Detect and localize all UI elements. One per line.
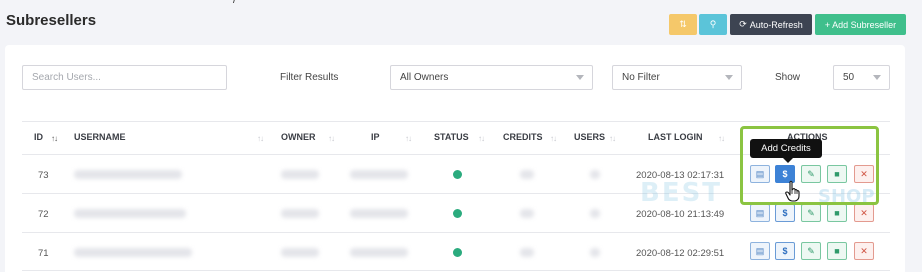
users-blurred (590, 170, 600, 179)
dollar-icon: $ (782, 208, 788, 218)
ip-blurred (350, 170, 408, 179)
row-id: 72 (38, 209, 49, 220)
page-size-select[interactable]: 50 (833, 65, 890, 90)
table-top-divider (22, 121, 890, 122)
row-id: 71 (38, 248, 49, 259)
row-divider (22, 232, 890, 233)
document-icon: ▤ (755, 207, 765, 218)
owner-blurred (281, 248, 319, 257)
show-label: Show (775, 72, 801, 83)
status-dot (453, 209, 462, 218)
refresh-icon: ⟳ (739, 19, 747, 29)
sort-icon[interactable]: ↑↓ (328, 134, 335, 143)
users-blurred (590, 209, 600, 218)
ip-blurred (350, 248, 408, 257)
add-credits-tooltip: Add Credits (750, 139, 822, 163)
sort-icon[interactable]: ↑↓ (257, 134, 264, 143)
add-credits-button[interactable]: $ (775, 204, 795, 222)
users-blurred (590, 248, 600, 257)
filter-results-label: Filter Results (280, 72, 339, 83)
pencil-icon: ✎ (807, 245, 815, 256)
view-button[interactable]: ▤ (750, 242, 770, 260)
pencil-icon: ✎ (807, 207, 815, 218)
ip-blurred (350, 209, 408, 218)
auto-refresh-label: Auto-Refresh (749, 19, 803, 30)
page-title: Subresellers (6, 12, 97, 29)
owner-select[interactable]: All Owners (390, 65, 593, 90)
lock-button[interactable]: ■ (827, 242, 847, 260)
add-subreseller-button[interactable]: + Add Subreseller (815, 14, 906, 35)
lock-icon: ■ (834, 246, 840, 256)
sort-icon[interactable]: ↑↓ (609, 134, 616, 143)
sort-icon[interactable]: ↑↓ (478, 134, 485, 143)
status-dot (453, 170, 462, 179)
dollar-icon: $ (782, 246, 788, 256)
filter-select[interactable]: No Filter (612, 65, 742, 90)
credits-blurred (520, 170, 534, 179)
close-icon: ✕ (860, 245, 868, 256)
chevron-down-icon (873, 75, 881, 80)
hand-cursor-icon (785, 180, 800, 202)
search-button[interactable]: ⚲ (699, 14, 727, 35)
last-login: 2020-08-10 21:13:49 (636, 209, 725, 220)
username-blurred (74, 170, 182, 179)
row-divider (22, 270, 890, 271)
edit-button[interactable]: ✎ (801, 242, 821, 260)
view-button[interactable]: ▤ (750, 204, 770, 222)
document-icon: ▤ (755, 245, 765, 256)
col-header-username[interactable]: USERNAME (74, 132, 126, 142)
auto-refresh-button[interactable]: ⟳ Auto-Refresh (730, 14, 812, 35)
owner-blurred (281, 170, 319, 179)
filter-select-value: No Filter (622, 72, 660, 83)
credits-blurred (520, 248, 534, 257)
sort-icon[interactable]: ↑↓ (51, 134, 58, 143)
delete-button[interactable]: ✕ (854, 242, 874, 260)
username-blurred (74, 209, 186, 218)
last-login: 2020-08-12 02:29:51 (636, 248, 725, 259)
add-credits-button[interactable]: $ (775, 242, 795, 260)
col-header-owner[interactable]: OWNER (281, 132, 316, 142)
top-fragment-text: / (233, 0, 237, 6)
lock-icon: ■ (834, 208, 840, 218)
chevron-down-icon (725, 75, 733, 80)
search-input[interactable]: Search Users... (22, 65, 227, 90)
sort-button[interactable]: ⇅ (669, 14, 697, 35)
credits-blurred (520, 209, 534, 218)
col-header-credits[interactable]: CREDITS (503, 132, 543, 142)
add-subreseller-label: + Add Subreseller (824, 19, 897, 30)
page-size-value: 50 (843, 72, 855, 83)
status-dot (453, 248, 462, 257)
sort-icon[interactable]: ↑↓ (718, 134, 725, 143)
close-icon: ✕ (860, 207, 868, 218)
col-header-ip[interactable]: IP (371, 132, 380, 142)
watermark: BEST (640, 178, 723, 208)
col-header-id[interactable]: ID (34, 132, 43, 142)
sort-icon[interactable]: ↑↓ (550, 134, 557, 143)
sort-icon[interactable]: ↑↓ (405, 134, 412, 143)
actions-highlight (740, 126, 879, 205)
col-header-last-login[interactable]: LAST LOGIN (648, 132, 703, 142)
owner-select-value: All Owners (400, 72, 449, 83)
sort-icon: ⇅ (679, 19, 687, 29)
username-blurred (74, 248, 192, 257)
chevron-down-icon (576, 75, 584, 80)
col-header-users[interactable]: USERS (574, 132, 605, 142)
search-icon: ⚲ (709, 19, 717, 29)
col-header-status[interactable]: STATUS (434, 132, 469, 142)
row-id: 73 (38, 170, 49, 181)
owner-blurred (281, 209, 319, 218)
